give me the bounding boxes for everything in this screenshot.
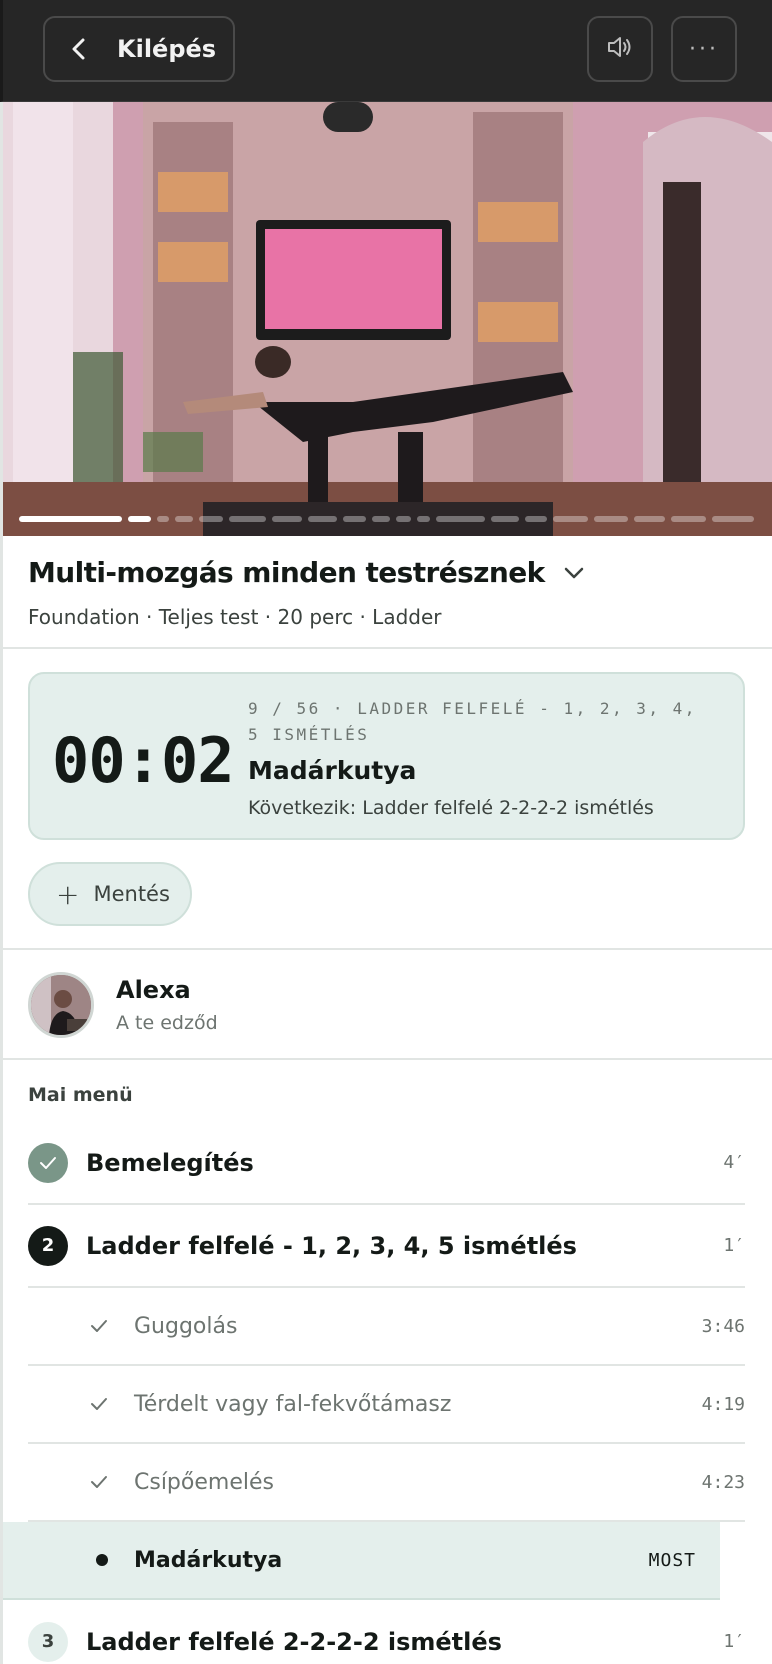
- menu-heading: Mai menü: [28, 1084, 133, 1106]
- subitem-label: Csípőemelés: [134, 1469, 274, 1495]
- subitem-time: 4:19: [701, 1393, 745, 1415]
- divider: [3, 647, 772, 649]
- speaker-icon: [606, 35, 634, 63]
- subitem-label: Madárkutya: [134, 1547, 283, 1573]
- menu-subitem[interactable]: Csípőemelés 4:23: [28, 1444, 745, 1522]
- divider: [3, 1058, 772, 1060]
- progress-segment[interactable]: [712, 516, 754, 522]
- progress-segment[interactable]: [553, 516, 589, 522]
- workout-title: Multi-mozgás minden testrésznek: [28, 556, 545, 589]
- progress-segment[interactable]: [198, 516, 224, 522]
- check-icon: [90, 1319, 114, 1333]
- video-progress-bar[interactable]: [19, 516, 754, 522]
- divider: [3, 948, 772, 950]
- section-number-badge: 2: [28, 1225, 68, 1266]
- progress-segment[interactable]: [156, 516, 170, 522]
- progress-segment[interactable]: [524, 516, 548, 522]
- video-frame-image: [3, 102, 772, 536]
- exit-button-label: Kilépés: [117, 35, 217, 63]
- workout-header: Multi-mozgás minden testrésznek Foundati…: [28, 556, 748, 629]
- more-button[interactable]: ···: [671, 16, 737, 82]
- chevron-down-icon[interactable]: [563, 566, 585, 580]
- more-dots-icon: ···: [689, 36, 719, 62]
- menu-section-warmup[interactable]: Bemelegítés 4′: [28, 1122, 745, 1205]
- progress-segment[interactable]: [490, 516, 519, 522]
- sound-button[interactable]: [587, 16, 653, 82]
- progress-segment[interactable]: [395, 516, 412, 522]
- progress-segment[interactable]: [435, 516, 485, 522]
- menu-subitem[interactable]: Térdelt vagy fal-fekvőtámasz 4:19: [28, 1366, 745, 1444]
- progress-segment[interactable]: [19, 516, 123, 522]
- menu-subitem-current[interactable]: Madárkutya MOST: [3, 1522, 720, 1600]
- trainer-card[interactable]: Alexa A te edződ: [28, 970, 218, 1040]
- workout-subtitle: Foundation · Teljes test · 20 perc · Lad…: [28, 605, 442, 629]
- now-badge: MOST: [648, 1549, 696, 1571]
- save-button[interactable]: + Mentés: [28, 862, 192, 926]
- check-icon: [90, 1397, 114, 1411]
- section-duration: 1′: [723, 1235, 745, 1256]
- menu-subitem[interactable]: Guggolás 3:46: [28, 1288, 745, 1366]
- subitem-label: Guggolás: [134, 1313, 238, 1339]
- progress-segment[interactable]: [372, 516, 390, 522]
- save-button-label: Mentés: [93, 882, 170, 906]
- progress-segment[interactable]: [271, 516, 302, 522]
- progress-segment[interactable]: [343, 516, 367, 522]
- subitem-time: 3:46: [701, 1315, 745, 1337]
- menu-section-current[interactable]: 2 Ladder felfelé - 1, 2, 3, 4, 5 ismétlé…: [28, 1205, 745, 1288]
- progress-segment[interactable]: [175, 516, 193, 522]
- progress-segment[interactable]: [229, 516, 266, 522]
- workout-menu: Bemelegítés 4′ 2 Ladder felfelé - 1, 2, …: [3, 1122, 745, 1664]
- video-player[interactable]: [3, 102, 772, 536]
- countdown-timer: 00:02: [52, 724, 235, 797]
- progress-segment[interactable]: [633, 516, 666, 522]
- check-icon: [90, 1475, 114, 1489]
- exercise-progress-meta: 9 / 56 · LADDER FELFELÉ - 1, 2, 3, 4, 5 …: [248, 699, 697, 744]
- section-label: Ladder felfelé 2-2-2-2 ismétlés: [86, 1627, 502, 1656]
- section-label: Bemelegítés: [86, 1148, 254, 1177]
- current-exercise-name: Madárkutya: [248, 756, 417, 785]
- avatar: [28, 972, 94, 1038]
- section-number-badge: 3: [28, 1621, 68, 1662]
- progress-segment[interactable]: [128, 516, 151, 522]
- section-duration: 4′: [723, 1152, 745, 1173]
- menu-section-next[interactable]: 3 Ladder felfelé 2-2-2-2 ismétlés 1′: [28, 1600, 745, 1664]
- progress-segment[interactable]: [417, 516, 430, 522]
- timer-card: 00:02 9 / 56 · LADDER FELFELÉ - 1, 2, 3,…: [28, 672, 745, 840]
- section-label: Ladder felfelé - 1, 2, 3, 4, 5 ismétlés: [86, 1231, 577, 1260]
- chevron-left-icon: [71, 38, 103, 60]
- check-icon: [28, 1142, 68, 1183]
- trainer-name: Alexa: [116, 976, 191, 1004]
- progress-segment[interactable]: [594, 516, 628, 522]
- current-dot-icon: [90, 1554, 114, 1566]
- exit-button[interactable]: Kilépés: [43, 16, 235, 82]
- top-bar: Kilépés ···: [0, 0, 772, 102]
- progress-segment[interactable]: [307, 516, 338, 522]
- trainer-role: A te edződ: [116, 1012, 218, 1034]
- plus-icon: +: [56, 877, 80, 911]
- subitem-time: 4:23: [701, 1471, 745, 1493]
- next-exercise: Következik: Ladder felfelé 2-2-2-2 ismét…: [248, 797, 654, 819]
- section-duration: 1′: [723, 1631, 745, 1652]
- progress-segment[interactable]: [671, 516, 706, 522]
- subitem-label: Térdelt vagy fal-fekvőtámasz: [134, 1391, 452, 1417]
